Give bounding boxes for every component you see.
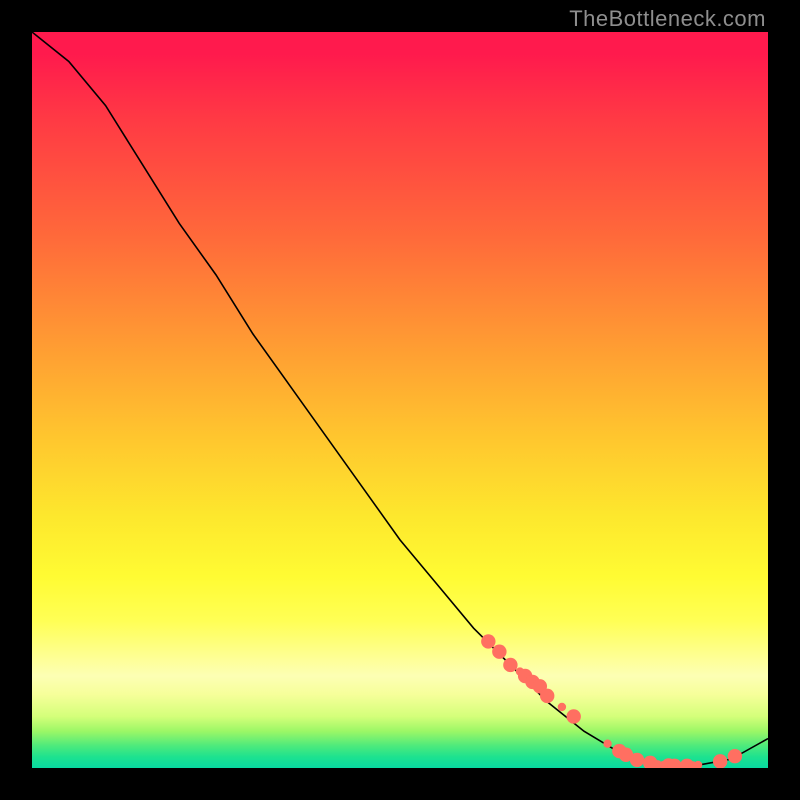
chart-overlay-svg — [32, 32, 768, 768]
data-marker — [728, 749, 742, 763]
attribution-watermark: TheBottleneck.com — [569, 6, 766, 32]
data-marker — [492, 645, 506, 659]
data-marker — [603, 740, 611, 748]
chart-stage: TheBottleneck.com — [0, 0, 800, 800]
data-marker — [503, 658, 517, 672]
data-marker — [630, 753, 644, 767]
data-marker — [558, 703, 566, 711]
data-marker — [540, 689, 554, 703]
data-marker — [567, 709, 581, 723]
data-marker — [481, 634, 495, 648]
data-marker — [713, 754, 727, 768]
data-curve — [32, 32, 768, 766]
